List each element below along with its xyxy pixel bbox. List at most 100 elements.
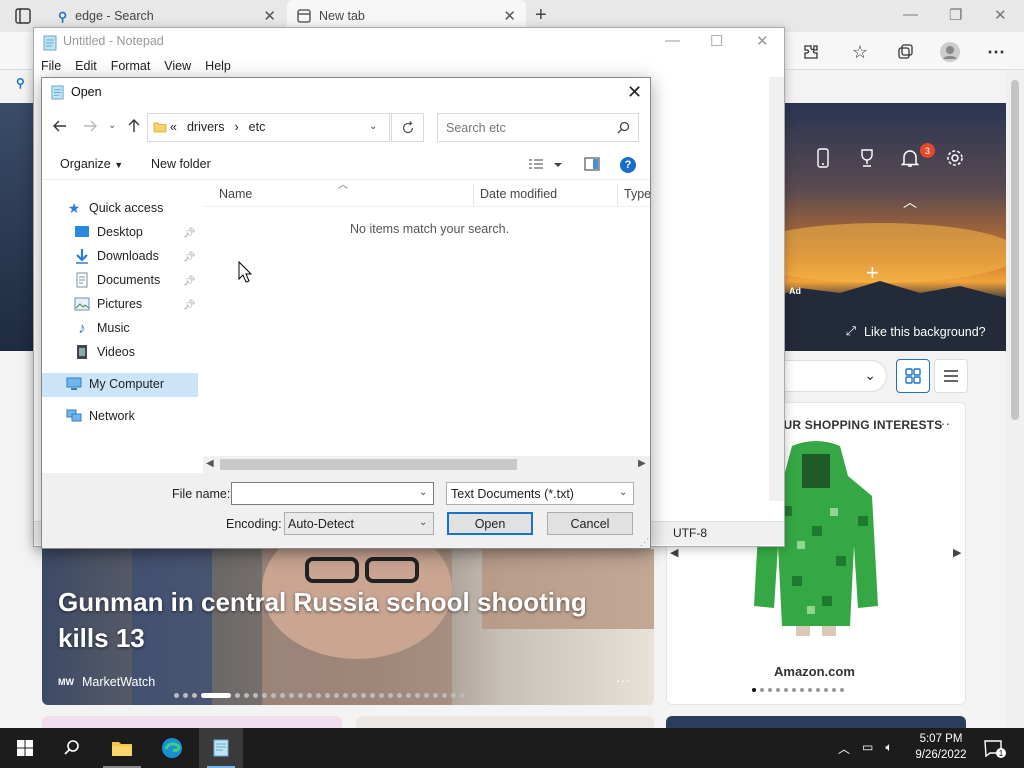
nav-documents[interactable]: Documents (74, 272, 160, 288)
close-icon[interactable]: ✕ (756, 32, 769, 50)
more-options-icon[interactable]: ··· (616, 672, 630, 688)
mobile-icon[interactable] (811, 146, 835, 170)
news-card[interactable] (42, 716, 342, 728)
column-date-modified[interactable]: Date modified (480, 187, 557, 201)
change-view-button[interactable] (528, 158, 562, 172)
forward-arrow-icon[interactable] (82, 118, 98, 134)
notifications-bell-icon[interactable] (898, 146, 922, 170)
favorites-icon[interactable]: ☆ (848, 40, 872, 64)
breadcrumb: « drivers › etc (170, 120, 265, 134)
search-icon[interactable] (617, 121, 630, 134)
shopping-card-title: OUR SHOPPING INTERESTS (774, 418, 943, 432)
maximize-icon[interactable]: ☐ (710, 32, 723, 50)
organize-button[interactable]: Organize ▼ (60, 157, 123, 171)
notepad-scrollbar[interactable] (769, 77, 784, 501)
chevron-down-icon[interactable]: ⌄ (369, 121, 377, 132)
edge-browser-icon[interactable] (154, 728, 190, 768)
extensions-icon[interactable] (799, 40, 823, 64)
search-placeholder: Search etc (446, 121, 506, 135)
resize-grip-icon[interactable]: ⋰ (640, 537, 649, 548)
news-card[interactable] (356, 716, 654, 728)
volume-icon[interactable]: 🔈︎ (885, 740, 892, 757)
minimize-icon[interactable]: — (903, 6, 918, 23)
search-icon[interactable]: ⚲ (16, 76, 25, 90)
network-icon[interactable]: ▭ (862, 740, 873, 757)
news-headline[interactable]: Gunman in central Russia school shooting… (58, 584, 618, 656)
search-icon[interactable] (55, 728, 89, 768)
nav-quick-access[interactable]: ★ Quick access (66, 200, 164, 216)
help-icon[interactable]: ? (620, 157, 636, 173)
recent-locations-chevron-icon[interactable]: ⌄ (108, 120, 116, 131)
tab-actions-icon[interactable] (14, 7, 32, 25)
column-name[interactable]: Name (219, 187, 252, 201)
nav-pictures[interactable]: Pictures (74, 296, 142, 312)
nav-desktop[interactable]: Desktop (74, 224, 143, 240)
page-scrollbar[interactable] (1006, 70, 1024, 728)
list-layout-button[interactable] (934, 359, 968, 393)
show-hidden-icons-chevron-icon[interactable]: ︿ (838, 740, 850, 757)
nav-downloads[interactable]: Downloads (74, 248, 159, 264)
nav-network[interactable]: Network (66, 408, 135, 424)
minimize-icon[interactable]: — (665, 32, 680, 49)
column-type[interactable]: Type (624, 187, 651, 201)
add-site-plus-icon[interactable]: + (866, 260, 879, 286)
breadcrumb-overflow[interactable]: « (170, 120, 177, 134)
chevron-down-icon[interactable]: ⌄ (419, 517, 427, 528)
chevron-down-icon[interactable]: ⌄ (419, 487, 427, 498)
nav-music[interactable]: ♪ Music (74, 320, 129, 337)
back-arrow-icon[interactable] (52, 118, 68, 134)
nav-my-computer[interactable]: My Computer (66, 376, 164, 392)
scroll-right-icon[interactable]: ▶ (638, 458, 646, 469)
grid-layout-button[interactable] (896, 359, 930, 393)
status-encoding: UTF-8 (673, 526, 707, 540)
refresh-button[interactable] (391, 113, 424, 142)
notification-center-icon[interactable]: 1 (984, 739, 1006, 759)
previous-arrow-icon[interactable]: ◀ (670, 546, 678, 559)
settings-gear-icon[interactable] (943, 146, 967, 170)
pin-icon: 📌︎ (183, 228, 196, 239)
close-icon[interactable]: ✕ (627, 82, 642, 103)
more-menu-icon[interactable]: ⋯ (984, 40, 1008, 64)
menu-edit[interactable]: Edit (68, 56, 104, 76)
notepad-title: Untitled - Notepad (63, 34, 164, 48)
file-explorer-icon[interactable] (104, 728, 140, 768)
restore-icon[interactable]: ❐ (949, 6, 962, 24)
close-icon[interactable]: ✕ (994, 6, 1007, 24)
menu-format[interactable]: Format (104, 56, 158, 76)
collections-icon[interactable] (893, 40, 917, 64)
new-folder-button[interactable]: New folder (151, 157, 211, 171)
notepad-taskbar-button[interactable] (199, 728, 243, 768)
start-windows-icon[interactable] (8, 728, 42, 768)
preview-pane-button[interactable] (584, 157, 600, 171)
close-tab-icon[interactable]: ✕ (503, 7, 516, 25)
nav-videos[interactable]: Videos (74, 344, 135, 360)
menu-help[interactable]: Help (198, 56, 238, 76)
horizontal-scrollbar[interactable] (203, 456, 650, 473)
open-button[interactable]: Open (447, 512, 533, 535)
news-card[interactable] (666, 716, 966, 728)
rewards-trophy-icon[interactable] (855, 146, 879, 170)
store-name: Amazon.com (774, 664, 855, 679)
search-icon: ⚲ (58, 9, 68, 24)
menu-view[interactable]: View (157, 56, 198, 76)
breadcrumb-drivers[interactable]: drivers (187, 120, 225, 134)
carousel-dots (752, 688, 844, 692)
new-tab-plus-icon[interactable]: + (535, 4, 547, 27)
column-divider[interactable] (617, 183, 618, 205)
profile-avatar-icon[interactable] (938, 40, 962, 64)
up-arrow-icon[interactable] (126, 118, 142, 134)
scroll-left-icon[interactable]: ◀ (206, 458, 214, 469)
file-name-input[interactable] (231, 482, 434, 505)
next-arrow-icon[interactable]: ▶ (953, 546, 961, 559)
more-options-icon[interactable]: ··· (936, 415, 950, 431)
taskbar-clock[interactable]: 5:07 PM 9/26/2022 (906, 731, 976, 763)
cancel-button[interactable]: Cancel (547, 512, 633, 535)
like-background-link[interactable]: ⤢ Like this background? (846, 324, 986, 339)
column-divider[interactable] (473, 183, 474, 205)
menu-file[interactable]: File (34, 56, 68, 76)
newtab-page-icon (297, 9, 311, 23)
collapse-chevron-icon[interactable]: ︿ (903, 192, 917, 212)
breadcrumb-etc[interactable]: etc (249, 120, 266, 134)
close-tab-icon[interactable]: ✕ (263, 7, 276, 25)
chevron-down-icon[interactable]: ⌄ (619, 487, 627, 498)
